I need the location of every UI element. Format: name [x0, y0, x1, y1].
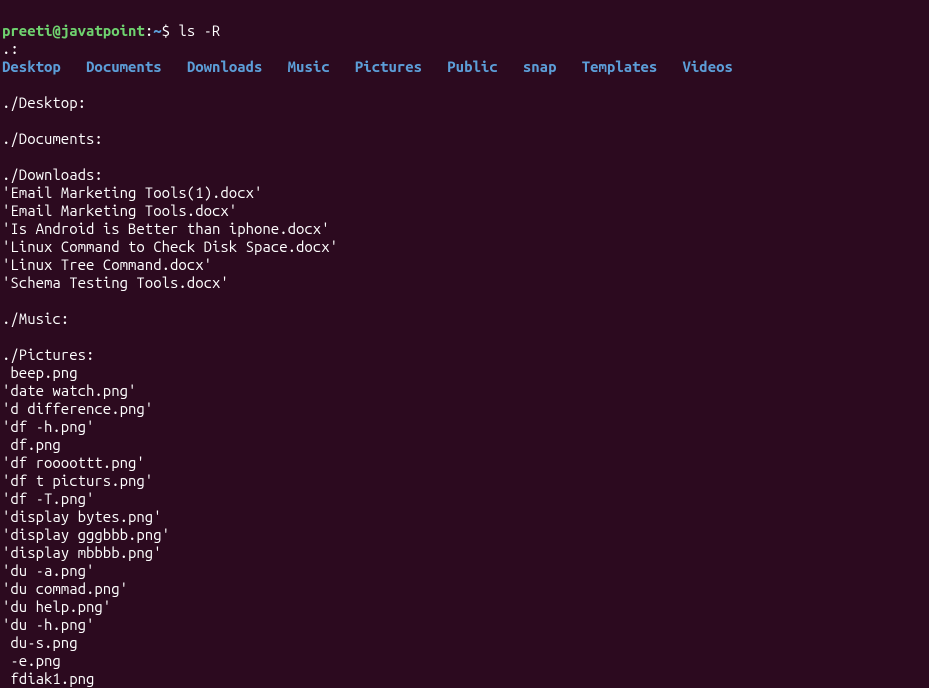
dir-snap: snap — [523, 58, 557, 75]
file-item: 'Is Android is Better than iphone.docx' — [2, 220, 330, 237]
prompt-path: ~ — [153, 22, 161, 39]
file-item: 'display bytes.png' — [2, 508, 162, 525]
command-text: ls -R — [170, 22, 220, 39]
file-item: 'Schema Testing Tools.docx' — [2, 274, 229, 291]
file-item: 'Linux Tree Command.docx' — [2, 256, 212, 273]
file-item: 'du -h.png' — [2, 616, 94, 633]
documents-section-header: ./Documents: — [2, 130, 103, 147]
dir-documents: Documents — [86, 58, 162, 75]
file-item: 'display gggbbb.png' — [2, 526, 170, 543]
file-item: du-s.png — [2, 634, 78, 651]
file-item: 'Email Marketing Tools.docx' — [2, 202, 237, 219]
file-item: 'Linux Command to Check Disk Space.docx' — [2, 238, 338, 255]
file-item: 'date watch.png' — [2, 382, 136, 399]
root-section-header: .: — [2, 40, 19, 57]
dir-public: Public — [447, 58, 497, 75]
dir-pictures: Pictures — [355, 58, 422, 75]
music-section-header: ./Music: — [2, 310, 69, 327]
file-item: 'Email Marketing Tools(1).docx' — [2, 184, 262, 201]
file-item: -e.png — [2, 652, 61, 669]
dir-templates: Templates — [582, 58, 658, 75]
dir-desktop: Desktop — [2, 58, 61, 75]
desktop-section-header: ./Desktop: — [2, 94, 86, 111]
file-item: 'du -a.png' — [2, 562, 94, 579]
file-item: 'df -h.png' — [2, 418, 94, 435]
file-item: 'df -T.png' — [2, 490, 94, 507]
terminal-output: preeti@javatpoint:~$ ls -R .: Desktop Do… — [2, 4, 927, 688]
dir-downloads: Downloads — [187, 58, 263, 75]
dir-music: Music — [288, 58, 330, 75]
file-item: 'display mbbbb.png' — [2, 544, 162, 561]
file-item: 'du help.png' — [2, 598, 111, 615]
file-item: df.png — [2, 436, 61, 453]
downloads-section-header: ./Downloads: — [2, 166, 103, 183]
file-item: 'df t picturs.png' — [2, 472, 153, 489]
file-item: beep.png — [2, 364, 78, 381]
pictures-section-header: ./Pictures: — [2, 346, 94, 363]
prompt-dollar: $ — [162, 22, 170, 39]
prompt-colon: : — [145, 22, 153, 39]
file-item: 'df roooottt.png' — [2, 454, 145, 471]
prompt-user: preeti@javatpoint — [2, 22, 145, 39]
dir-videos: Videos — [683, 58, 733, 75]
file-item: 'du commad.png' — [2, 580, 128, 597]
file-item: 'd difference.png' — [2, 400, 153, 417]
